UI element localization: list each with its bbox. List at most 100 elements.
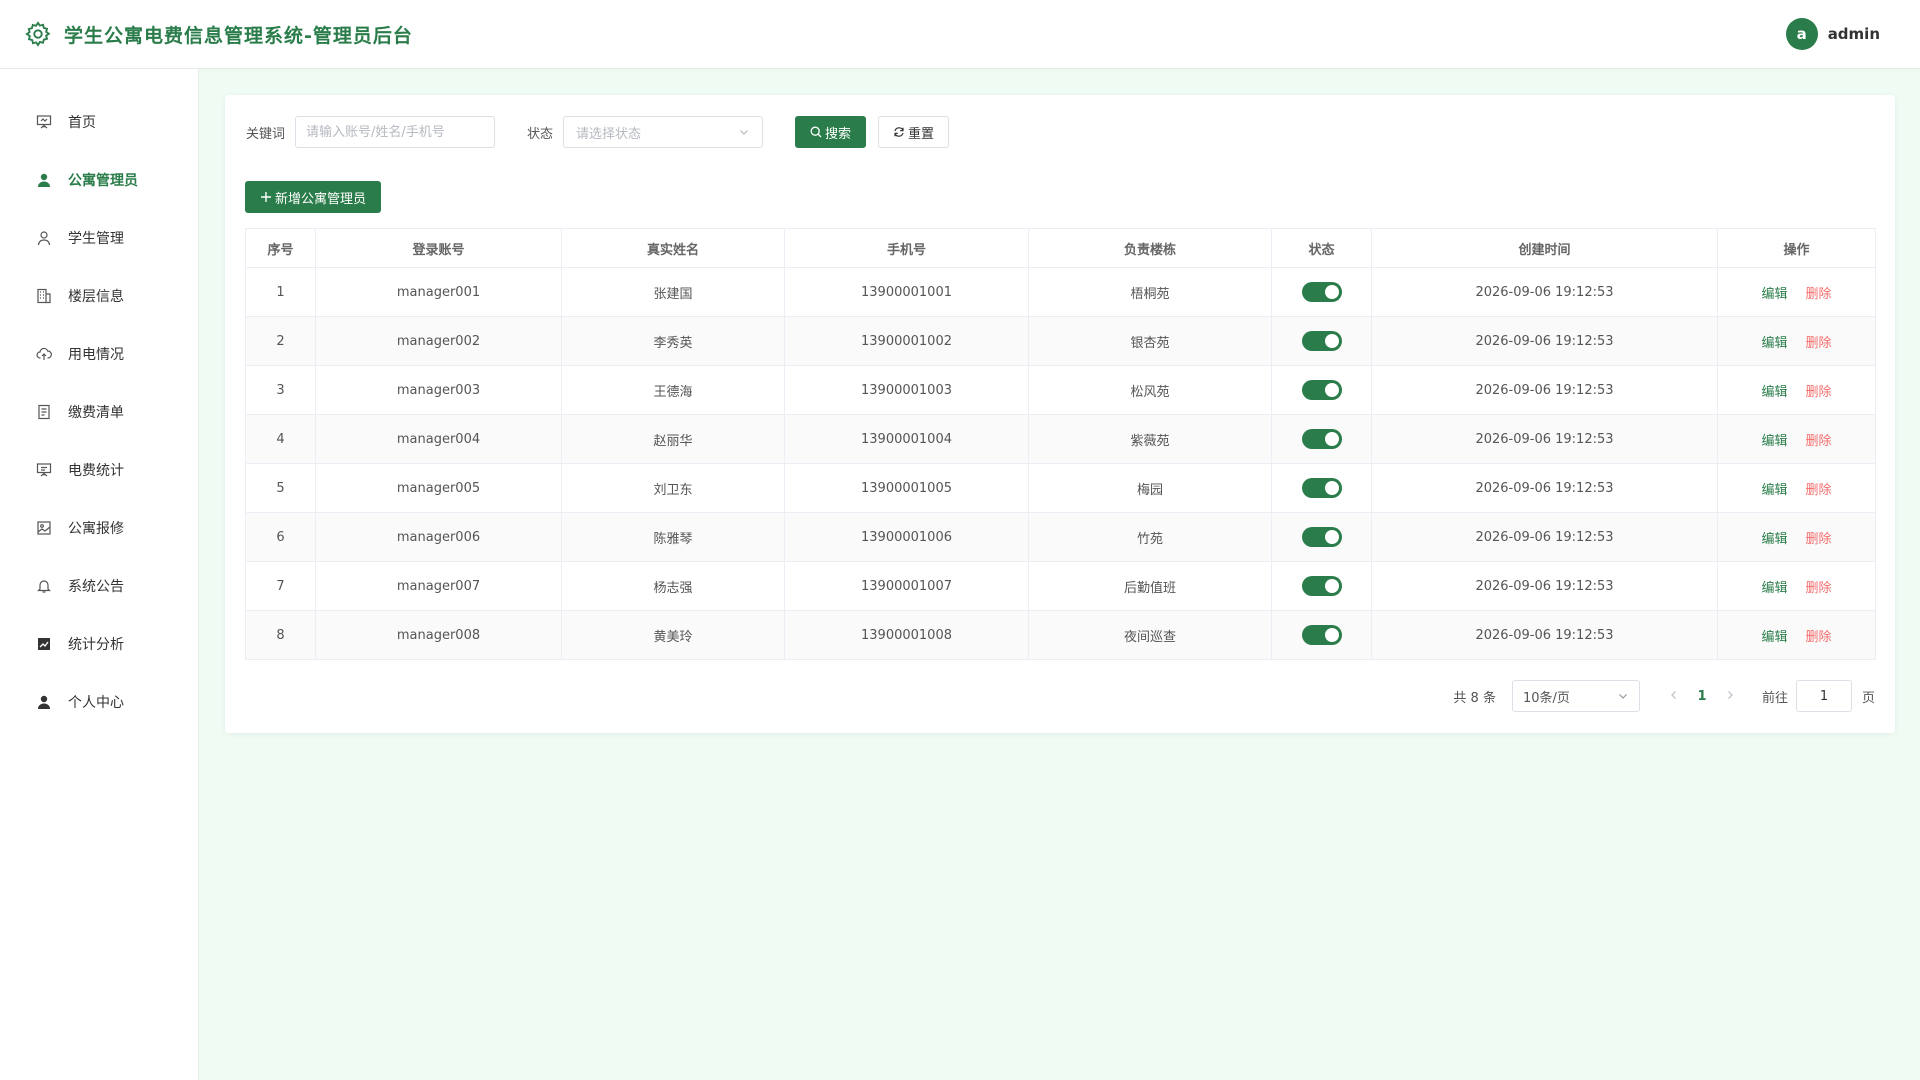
- sidebar-item-announcements[interactable]: 系统公告: [0, 557, 198, 615]
- user-menu[interactable]: a admin: [1785, 18, 1880, 50]
- avatar[interactable]: a: [1785, 18, 1818, 50]
- edit-button[interactable]: 编辑: [1761, 287, 1787, 302]
- cell-created: 2026-09-06 19:12:53: [1371, 463, 1718, 513]
- cell-phone: 13900001003: [784, 365, 1029, 415]
- cell-actions: 编辑 删除: [1717, 365, 1876, 415]
- chevron-down-icon: [740, 130, 748, 135]
- cell-name: 黄美玲: [561, 610, 785, 660]
- app-title: 学生公寓电费信息管理系统-管理员后台: [64, 24, 413, 47]
- status-toggle[interactable]: [1301, 429, 1342, 449]
- table-row: 1 manager001 张建国 13900001001 梧桐苑 2026-09-06 1…: [245, 267, 1876, 317]
- status-toggle[interactable]: [1301, 331, 1342, 351]
- edit-button[interactable]: 编辑: [1761, 581, 1787, 596]
- cell-account: manager007: [315, 561, 562, 611]
- status-toggle[interactable]: [1301, 380, 1342, 400]
- add-manager-button-label: 新增公寓管理员: [275, 191, 367, 207]
- add-manager-button[interactable]: 新增公寓管理员: [245, 181, 382, 213]
- username[interactable]: admin: [1828, 25, 1880, 43]
- edit-button[interactable]: 编辑: [1761, 336, 1787, 351]
- status-toggle[interactable]: [1301, 576, 1342, 596]
- cell-status: [1271, 463, 1372, 513]
- status-toggle[interactable]: [1301, 625, 1342, 645]
- sidebar-item-label: 用电情况: [68, 347, 124, 363]
- edit-button[interactable]: 编辑: [1761, 434, 1787, 449]
- cell-account: manager002: [315, 316, 562, 366]
- search-icon: [810, 126, 822, 138]
- cell-name: 杨志强: [561, 561, 785, 611]
- next-page-button[interactable]: [1718, 689, 1742, 704]
- building-icon: [36, 288, 52, 304]
- sidebar-item-profile[interactable]: 个人中心: [0, 673, 198, 731]
- cell-phone: 13900001007: [784, 561, 1029, 611]
- prev-page-button[interactable]: [1662, 689, 1686, 704]
- keyword-input[interactable]: [295, 116, 496, 148]
- edit-button[interactable]: 编辑: [1761, 532, 1787, 547]
- delete-button[interactable]: 删除: [1806, 434, 1832, 449]
- cell-created: 2026-09-06 19:12:53: [1371, 512, 1718, 562]
- cell-phone: 13900001005: [784, 463, 1029, 513]
- sidebar-item-floors[interactable]: 楼层信息: [0, 267, 198, 325]
- delete-button[interactable]: 删除: [1806, 581, 1832, 596]
- delete-button[interactable]: 删除: [1806, 532, 1832, 547]
- cell-building: 竹苑: [1028, 512, 1272, 562]
- delete-button[interactable]: 删除: [1806, 287, 1832, 302]
- sidebar-item-analytics[interactable]: 统计分析: [0, 615, 198, 673]
- page-size-select[interactable]: 10条/页: [1511, 680, 1640, 712]
- cell-building: 松风苑: [1028, 365, 1272, 415]
- cell-index: 5: [245, 463, 316, 513]
- pagination: 共 8 条 10条/页 1 前往 页: [1453, 680, 1875, 712]
- cell-phone: 13900001001: [784, 267, 1029, 317]
- cell-created: 2026-09-06 19:12:53: [1371, 316, 1718, 366]
- search-bar: 关键词 状态 请选择状态 搜索 重置: [246, 116, 950, 148]
- cell-status: [1271, 267, 1372, 317]
- chevron-right-icon: [1728, 690, 1733, 699]
- cell-name: 李秀英: [561, 316, 785, 366]
- cell-account: manager004: [315, 414, 562, 464]
- total-count: 共 8 条: [1453, 690, 1496, 706]
- cell-created: 2026-09-06 19:12:53: [1371, 561, 1718, 611]
- page-number[interactable]: 1: [1686, 689, 1718, 704]
- delete-button[interactable]: 删除: [1806, 483, 1832, 498]
- cell-name: 王德海: [561, 365, 785, 415]
- cell-index: 2: [245, 316, 316, 366]
- reset-button[interactable]: 重置: [878, 116, 950, 148]
- status-toggle[interactable]: [1301, 478, 1342, 498]
- status-toggle[interactable]: [1301, 527, 1342, 547]
- keyword-label: 关键词: [246, 126, 286, 142]
- page-unit-label: 页: [1861, 690, 1875, 706]
- cell-status: [1271, 512, 1372, 562]
- cell-index: 1: [245, 267, 316, 317]
- delete-button[interactable]: 删除: [1806, 385, 1832, 400]
- delete-button[interactable]: 删除: [1806, 336, 1832, 351]
- sidebar-item-label: 学生管理: [68, 231, 124, 247]
- refresh-icon: [893, 126, 905, 138]
- edit-button[interactable]: 编辑: [1761, 483, 1787, 498]
- sidebar-item-label: 公寓管理员: [68, 173, 138, 189]
- sidebar-item-payment-list[interactable]: 缴费清单: [0, 383, 198, 441]
- edit-button[interactable]: 编辑: [1761, 385, 1787, 400]
- chevron-down-icon: [1619, 694, 1627, 699]
- goto-page-input[interactable]: [1795, 680, 1852, 712]
- status-select[interactable]: 请选择状态: [563, 116, 764, 148]
- delete-button[interactable]: 删除: [1806, 630, 1832, 645]
- table-row: 2 manager002 李秀英 13900001002 银杏苑 2026-09-06 1…: [245, 316, 1876, 366]
- sidebar-item-label: 个人中心: [68, 695, 124, 711]
- status-toggle[interactable]: [1301, 282, 1342, 302]
- sidebar-item-home[interactable]: 首页: [0, 93, 198, 151]
- sidebar-item-electricity-usage[interactable]: 用电情况: [0, 325, 198, 383]
- main-card: 关键词 状态 请选择状态 搜索 重置 新增公寓管理员: [225, 95, 1895, 733]
- goto-label: 前往: [1761, 690, 1788, 706]
- sidebar-item-label: 公寓报修: [68, 521, 124, 537]
- sidebar-item-repairs[interactable]: 公寓报修: [0, 499, 198, 557]
- cell-actions: 编辑 删除: [1717, 610, 1876, 660]
- cell-name: 张建国: [561, 267, 785, 317]
- search-button[interactable]: 搜索: [795, 116, 867, 148]
- sidebar-item-apartment-managers[interactable]: 公寓管理员: [0, 151, 198, 209]
- bell-icon: [36, 578, 52, 594]
- cell-account: manager005: [315, 463, 562, 513]
- sidebar-item-fee-statistics[interactable]: 电费统计: [0, 441, 198, 499]
- top-header: 学生公寓电费信息管理系统-管理员后台 a admin: [0, 0, 1920, 69]
- sidebar-item-students[interactable]: 学生管理: [0, 209, 198, 267]
- edit-button[interactable]: 编辑: [1761, 630, 1787, 645]
- cell-status: [1271, 316, 1372, 366]
